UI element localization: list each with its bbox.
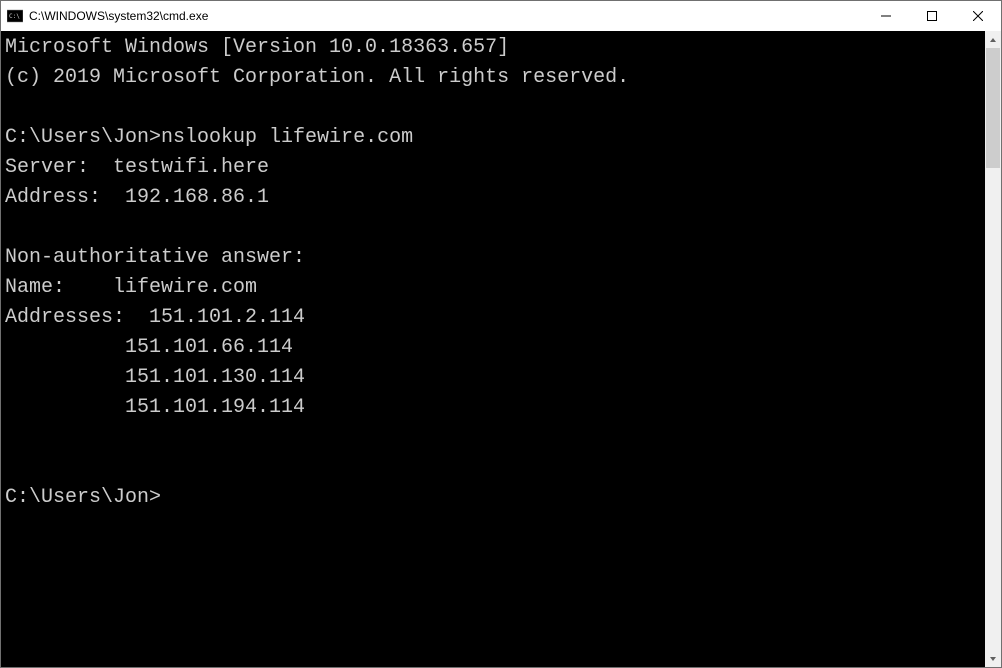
typed-command: nslookup lifewire.com (161, 126, 413, 149)
close-button[interactable] (955, 1, 1001, 31)
addresses-line-4: 151.101.194.114 (5, 393, 985, 423)
minimize-button[interactable] (863, 1, 909, 31)
cmd-window: C:\ C:\WINDOWS\system32\cmd.exe Microsof… (0, 0, 1002, 668)
name-line: Name: lifewire.com (5, 273, 985, 303)
banner-version: Microsoft Windows [Version 10.0.18363.65… (5, 33, 985, 63)
content-area: Microsoft Windows [Version 10.0.18363.65… (1, 31, 1001, 667)
maximize-button[interactable] (909, 1, 955, 31)
window-title: C:\WINDOWS\system32\cmd.exe (29, 9, 208, 23)
scrollbar-down-arrow-icon[interactable] (985, 650, 1001, 667)
address-line: Address: 192.168.86.1 (5, 183, 985, 213)
banner-copyright: (c) 2019 Microsoft Corporation. All righ… (5, 63, 985, 93)
terminal-output[interactable]: Microsoft Windows [Version 10.0.18363.65… (1, 31, 985, 667)
svg-text:C:\: C:\ (9, 13, 20, 20)
titlebar[interactable]: C:\ C:\WINDOWS\system32\cmd.exe (1, 1, 1001, 31)
scrollbar-thumb[interactable] (986, 48, 1000, 168)
nonauth-line: Non-authoritative answer: (5, 243, 985, 273)
prompt-1: C:\Users\Jon> (5, 126, 161, 149)
blank-line (5, 453, 985, 483)
vertical-scrollbar[interactable] (985, 31, 1001, 667)
titlebar-left: C:\ C:\WINDOWS\system32\cmd.exe (7, 8, 208, 24)
command-line: C:\Users\Jon>nslookup lifewire.com (5, 123, 985, 153)
scrollbar-up-arrow-icon[interactable] (985, 31, 1001, 48)
blank-line (5, 423, 985, 453)
cmd-icon: C:\ (7, 8, 23, 24)
server-line: Server: testwifi.here (5, 153, 985, 183)
prompt-2: C:\Users\Jon> (5, 483, 985, 513)
window-controls (863, 1, 1001, 31)
blank-line (5, 93, 985, 123)
addresses-line-2: 151.101.66.114 (5, 333, 985, 363)
addresses-line-3: 151.101.130.114 (5, 363, 985, 393)
addresses-line-1: Addresses: 151.101.2.114 (5, 303, 985, 333)
blank-line (5, 213, 985, 243)
